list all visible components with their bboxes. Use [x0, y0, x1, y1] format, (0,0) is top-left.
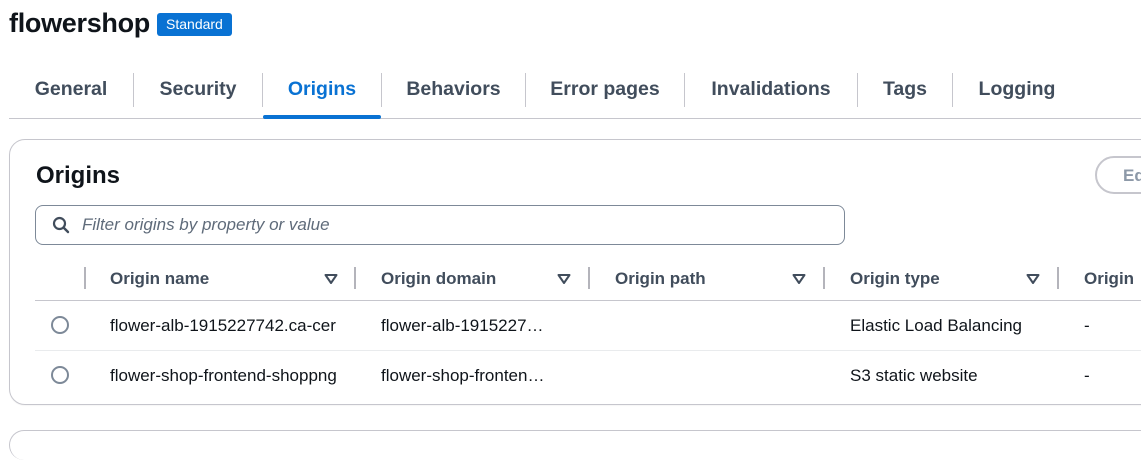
caret-down-icon[interactable]: [324, 272, 338, 286]
row-select-radio[interactable]: [51, 316, 69, 334]
column-divider[interactable]: [823, 267, 825, 289]
tab-origins[interactable]: Origins: [263, 66, 381, 119]
origins-panel-title: Origins: [36, 162, 121, 189]
column-header-origin-type[interactable]: Origin type: [850, 259, 940, 299]
search-input[interactable]: [80, 214, 804, 236]
edit-button[interactable]: Ed: [1095, 156, 1141, 194]
column-header-origin-domain[interactable]: Origin domain: [381, 259, 496, 299]
caret-down-icon[interactable]: [792, 272, 806, 286]
plan-badge: Standard: [157, 12, 232, 36]
column-divider[interactable]: [354, 267, 356, 289]
origins-search: [35, 205, 845, 245]
tab-invalidations[interactable]: Invalidations: [685, 66, 857, 118]
column-header-origin[interactable]: Origin: [1084, 259, 1134, 299]
caret-down-icon[interactable]: [557, 272, 571, 286]
cell-origin-domain: flower-alb-1915227…: [381, 316, 544, 335]
caret-down-icon[interactable]: [1026, 272, 1040, 286]
tab-behaviors[interactable]: Behaviors: [382, 66, 525, 118]
column-header-origin-path[interactable]: Origin path: [615, 259, 706, 299]
row-select-radio[interactable]: [51, 366, 69, 384]
table-header: Origin name Origin domain Origin path Or…: [35, 259, 1141, 301]
cell-origin-type: S3 static website: [850, 366, 978, 385]
tab-logging[interactable]: Logging: [953, 66, 1081, 118]
tab-error-pages[interactable]: Error pages: [526, 66, 684, 118]
table-row[interactable]: flower-alb-1915227742.ca-cer flower-alb-…: [35, 301, 1141, 351]
column-divider[interactable]: [1057, 267, 1059, 289]
tab-bar: General Security Origins Behaviors Error…: [9, 66, 1141, 119]
cell-origin-name: flower-alb-1915227742.ca-cer: [110, 316, 336, 335]
cell-origin-path: [615, 351, 805, 401]
cell-origin-domain: flower-shop-fronten…: [381, 366, 545, 385]
tab-tags[interactable]: Tags: [858, 66, 952, 118]
column-divider[interactable]: [84, 267, 86, 289]
page-header: flowershop Standard: [9, 6, 232, 40]
cell-origin-type: Elastic Load Balancing: [850, 316, 1023, 335]
page-title: flowershop: [9, 7, 151, 38]
next-panel-edge: [9, 430, 1141, 460]
search-icon: [52, 216, 70, 234]
column-divider[interactable]: [588, 267, 590, 289]
table-row[interactable]: flower-shop-frontend-shoppng flower-shop…: [35, 351, 1141, 401]
tab-security[interactable]: Security: [134, 66, 262, 118]
cell-origin-extra: -: [1084, 366, 1090, 385]
column-header-origin-name[interactable]: Origin name: [110, 259, 209, 299]
cell-origin-extra: -: [1084, 316, 1090, 335]
origins-panel: Origins Ed Origin name Origin domain Ori…: [9, 139, 1141, 405]
cell-origin-name: flower-shop-frontend-shoppng: [110, 366, 337, 385]
cell-origin-path: [615, 301, 805, 351]
tab-general[interactable]: General: [9, 66, 133, 118]
